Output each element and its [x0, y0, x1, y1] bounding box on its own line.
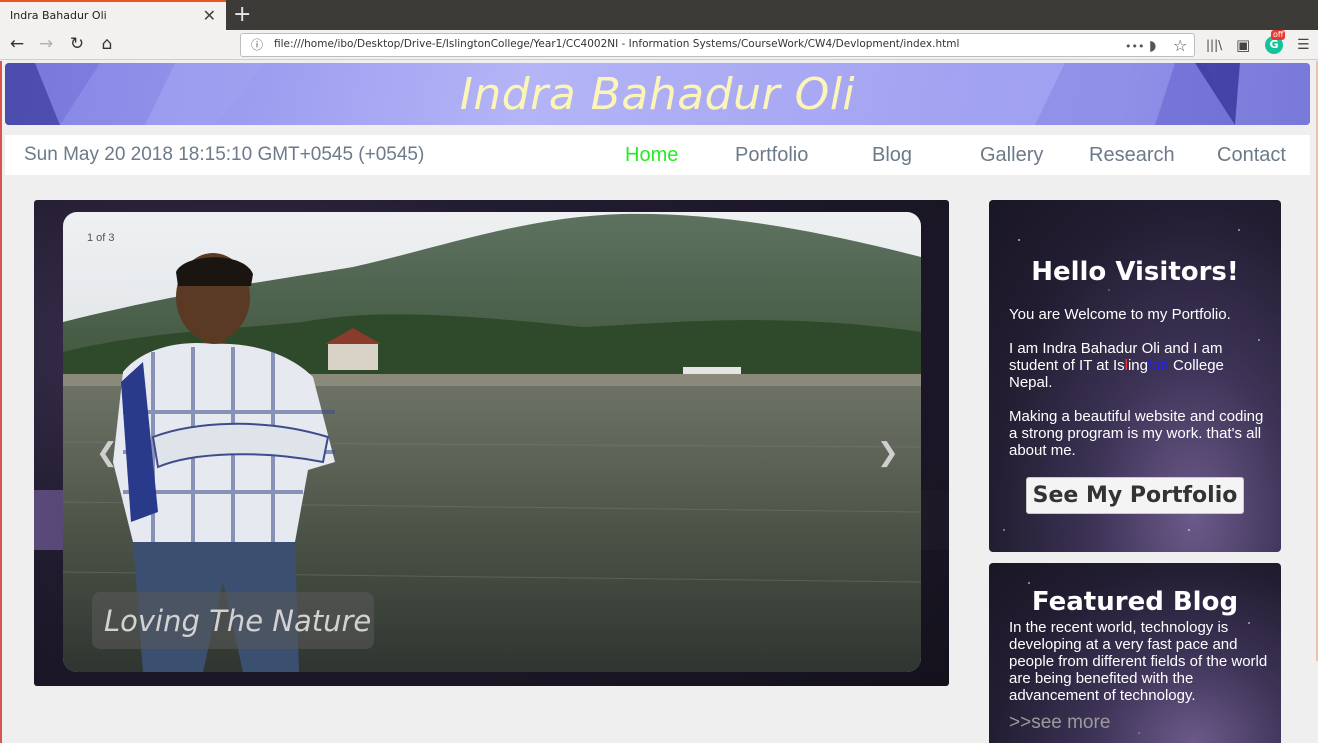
current-datetime: Sun May 20 2018 18:15:10 GMT+0545 (+0545… — [24, 144, 425, 165]
nav-gallery[interactable]: Gallery — [980, 144, 1043, 167]
tab-bar: Indra Bahadur Oli ✕ + — [0, 0, 1318, 30]
nav-home[interactable]: Home — [625, 144, 678, 167]
next-slide-icon[interactable]: ❯ — [877, 438, 899, 468]
browser-tab[interactable]: Indra Bahadur Oli ✕ — [0, 0, 226, 30]
grammarly-status-badge: off — [1271, 30, 1286, 40]
menu-icon[interactable]: ☰ — [1297, 34, 1310, 56]
library-icon[interactable]: |||\ — [1206, 34, 1222, 56]
blog-heading: Featured Blog — [1031, 587, 1239, 617]
college-name-part-1: Is — [1112, 357, 1125, 374]
welcome-card: Hello Visitors! You are Welcome to my Po… — [989, 200, 1281, 552]
tab-title: Indra Bahadur Oli — [10, 9, 107, 22]
nav-blog[interactable]: Blog — [872, 144, 912, 167]
slide-caption: Loving The Nature — [92, 592, 374, 649]
college-name-part-4: ton — [1148, 357, 1169, 374]
back-icon[interactable]: ← — [6, 33, 28, 55]
reload-icon[interactable]: ↻ — [66, 33, 88, 55]
site-banner: Indra Bahadur Oli — [5, 63, 1310, 125]
college-name-part-3: ing — [1127, 357, 1148, 374]
blog-excerpt: In the recent world, technology is devel… — [1009, 619, 1268, 704]
welcome-paragraph-3: Making a beautiful website and coding a … — [1009, 408, 1264, 459]
nav-contact[interactable]: Contact — [1217, 144, 1286, 167]
slide-image: 1 of 3 ❮ ❯ Loving The Nature — [63, 212, 921, 672]
welcome-heading: Hello Visitors! — [1031, 257, 1239, 287]
page-actions-icon[interactable]: ••• — [1125, 37, 1144, 57]
welcome-paragraph-1: You are Welcome to my Portfolio. — [1009, 306, 1231, 323]
new-tab-icon[interactable]: + — [233, 2, 251, 27]
home-icon[interactable]: ⌂ — [96, 33, 118, 55]
page-viewport: Indra Bahadur Oli Sun May 20 2018 18:15:… — [0, 61, 1318, 743]
nav-research[interactable]: Research — [1089, 144, 1175, 167]
featured-blog-card: Featured Blog In the recent world, techn… — [989, 563, 1281, 743]
slide-counter: 1 of 3 — [87, 232, 115, 244]
see-portfolio-button[interactable]: See My Portfolio — [1026, 477, 1244, 514]
slideshow: 1 of 3 ❮ ❯ Loving The Nature — [34, 200, 949, 686]
previous-slide-icon[interactable]: ❮ — [96, 438, 118, 468]
see-more-link[interactable]: >>see more — [1009, 712, 1110, 734]
bookmark-star-icon[interactable]: ☆ — [1173, 36, 1187, 56]
main-nav: Sun May 20 2018 18:15:10 GMT+0545 (+0545… — [5, 135, 1310, 175]
forward-icon[interactable]: → — [35, 33, 57, 55]
slide-caption-text: Loving The Nature — [104, 604, 372, 638]
url-bar[interactable]: ⓘ file:///home/ibo/Desktop/Drive-E/Islin… — [240, 33, 1195, 57]
sidebar-icon[interactable]: ▣ — [1236, 34, 1250, 56]
close-tab-icon[interactable]: ✕ — [203, 6, 216, 25]
browser-toolbar: ← → ↻ ⌂ ⓘ file:///home/ibo/Desktop/Drive… — [0, 30, 1318, 60]
info-icon[interactable]: ⓘ — [249, 37, 265, 53]
welcome-paragraph-2: I am Indra Bahadur Oli and I am student … — [1009, 340, 1269, 391]
url-text[interactable]: file:///home/ibo/Desktop/Drive-E/Islingt… — [274, 38, 959, 50]
site-title: Indra Bahadur Oli — [459, 69, 856, 120]
nav-portfolio[interactable]: Portfolio — [735, 144, 808, 167]
pocket-icon[interactable]: ◗ — [1149, 36, 1156, 56]
